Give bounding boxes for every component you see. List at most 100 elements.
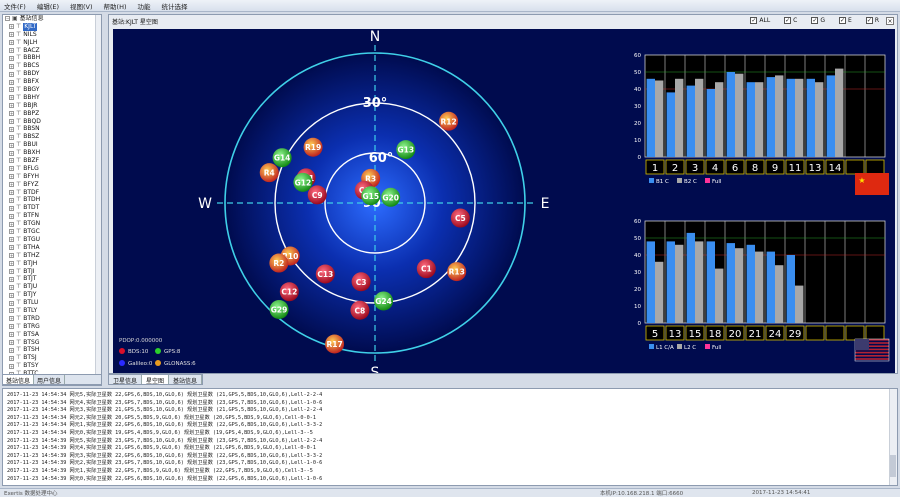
satellite-C5[interactable]: C5 bbox=[450, 208, 470, 228]
tree-item[interactable]: + ⊤ BTSG bbox=[3, 339, 101, 347]
expand-icon[interactable]: + bbox=[9, 339, 14, 345]
filter-checkbox[interactable]: ✓ ALL bbox=[750, 17, 770, 24]
tree-item[interactable]: + ⊤ BTGC bbox=[3, 228, 101, 236]
menu-item[interactable]: 视图(V) bbox=[70, 1, 93, 11]
satellite-R2[interactable]: R2 bbox=[269, 253, 289, 273]
tree-item[interactable]: + ⊤ BBZF bbox=[3, 157, 101, 165]
tab-base-info[interactable]: 基站信息 bbox=[169, 375, 203, 385]
tree-item[interactable]: + ⊤ BTLY bbox=[3, 307, 101, 315]
expand-icon[interactable]: + bbox=[9, 158, 14, 164]
expand-icon[interactable]: + bbox=[9, 142, 14, 148]
satellite-R12[interactable]: R12 bbox=[439, 111, 459, 131]
tree-item[interactable]: + ⊤ BBSZ bbox=[3, 133, 101, 141]
satellite-G14[interactable]: G14 bbox=[272, 148, 292, 168]
log-scrollbar[interactable] bbox=[889, 389, 897, 485]
menu-item[interactable]: 编辑(E) bbox=[37, 1, 59, 11]
expand-icon[interactable]: + bbox=[9, 261, 14, 267]
expand-icon[interactable]: + bbox=[9, 347, 14, 353]
tree-item[interactable]: + ⊤ BTJT bbox=[3, 275, 101, 283]
satellite-R19[interactable]: R19 bbox=[303, 137, 323, 157]
expand-icon[interactable]: + bbox=[9, 150, 14, 156]
tab-skyplot[interactable]: 星空图 bbox=[142, 375, 170, 385]
menu-item[interactable]: 功能 bbox=[138, 1, 151, 11]
tree-item[interactable]: + ⊤ BTSH bbox=[3, 346, 101, 354]
filter-checkbox[interactable]: ✓ E bbox=[839, 17, 852, 24]
expand-icon[interactable]: + bbox=[9, 292, 14, 298]
tree-item[interactable]: + ⊤ BBPZ bbox=[3, 110, 101, 118]
tree-item[interactable]: + ⊤ BTRG bbox=[3, 323, 101, 331]
expand-icon[interactable]: + bbox=[9, 111, 14, 117]
tree-item[interactable]: + ⊤ BFYZ bbox=[3, 181, 101, 189]
tree-item[interactable]: + ⊤ BTJH bbox=[3, 260, 101, 268]
tree-item[interactable]: + ⊤ BTHZ bbox=[3, 252, 101, 260]
tree-scrollbar[interactable] bbox=[95, 15, 101, 385]
expand-icon[interactable]: + bbox=[9, 134, 14, 140]
tree-root[interactable]: − ▣ 基站信息 bbox=[3, 15, 101, 23]
menu-item[interactable]: 帮助(H) bbox=[104, 1, 127, 11]
collapse-icon[interactable]: − bbox=[5, 16, 10, 22]
filter-checkbox[interactable]: ✓ G bbox=[811, 17, 825, 24]
satellite-G15[interactable]: G15 bbox=[361, 186, 381, 206]
expand-icon[interactable]: + bbox=[9, 268, 14, 274]
satellite-C3[interactable]: C3 bbox=[351, 272, 371, 292]
tree-item[interactable]: + ⊤ BBQD bbox=[3, 118, 101, 126]
tree-item[interactable]: + ⊤ BBXH bbox=[3, 149, 101, 157]
satellite-C8[interactable]: C8 bbox=[350, 300, 370, 320]
expand-icon[interactable]: + bbox=[9, 87, 14, 93]
tree-item[interactable]: + ⊤ BACZ bbox=[3, 47, 101, 55]
expand-icon[interactable]: + bbox=[9, 205, 14, 211]
expand-icon[interactable]: + bbox=[9, 229, 14, 235]
log-scroll-thumb[interactable] bbox=[890, 455, 896, 477]
tree-item[interactable]: + ⊤ BBBH bbox=[3, 54, 101, 62]
tree-item[interactable]: + ⊤ BTSA bbox=[3, 331, 101, 339]
checkbox-icon[interactable]: ✓ bbox=[865, 17, 873, 24]
expand-icon[interactable]: + bbox=[9, 174, 14, 180]
tree-item[interactable]: + ⊤ NJLH bbox=[3, 39, 101, 47]
tree-item[interactable]: + ⊤ BTDF bbox=[3, 189, 101, 197]
tree-item[interactable]: + ⊤ BTSY bbox=[3, 362, 101, 370]
tree-item[interactable]: + ⊤ BBSN bbox=[3, 125, 101, 133]
close-icon[interactable]: × bbox=[886, 17, 894, 25]
satellite-C12[interactable]: C12 bbox=[279, 282, 299, 302]
expand-icon[interactable]: + bbox=[9, 363, 14, 369]
tree-item[interactable]: + ⊤ BTDH bbox=[3, 196, 101, 204]
tree-item[interactable]: + ⊤ BTDT bbox=[3, 204, 101, 212]
satellite-G20[interactable]: G20 bbox=[381, 187, 401, 207]
satellite-C9[interactable]: C9 bbox=[307, 185, 327, 205]
expand-icon[interactable]: + bbox=[9, 55, 14, 61]
expand-icon[interactable]: + bbox=[9, 253, 14, 259]
expand-icon[interactable]: + bbox=[9, 355, 14, 361]
expand-icon[interactable]: + bbox=[9, 119, 14, 125]
menu-item[interactable]: 统计选择 bbox=[162, 1, 188, 11]
expand-icon[interactable]: + bbox=[9, 126, 14, 132]
expand-icon[interactable]: + bbox=[9, 24, 14, 30]
expand-icon[interactable]: + bbox=[9, 63, 14, 69]
expand-icon[interactable]: + bbox=[9, 48, 14, 53]
tree-item[interactable]: + ⊤ BFYH bbox=[3, 173, 101, 181]
expand-icon[interactable]: + bbox=[9, 71, 14, 77]
satellite-G24[interactable]: G24 bbox=[374, 291, 394, 311]
checkbox-icon[interactable]: ✓ bbox=[839, 17, 847, 24]
tree-item[interactable]: + ⊤ BTGN bbox=[3, 220, 101, 228]
tree-item[interactable]: + ⊤ BTJU bbox=[3, 283, 101, 291]
tree-item[interactable]: + ⊤ BBHY bbox=[3, 94, 101, 102]
expand-icon[interactable]: + bbox=[9, 324, 14, 330]
tab-station-info[interactable]: 基站信息 bbox=[3, 375, 35, 385]
tree-item[interactable]: + ⊤ BFLG bbox=[3, 165, 101, 173]
satellite-G29[interactable]: G29 bbox=[269, 300, 289, 320]
tree-item[interactable]: + ⊤ BBJR bbox=[3, 102, 101, 110]
tree-item[interactable]: + ⊤ BTSJ bbox=[3, 354, 101, 362]
satellite-G12[interactable]: G12 bbox=[293, 172, 313, 192]
tree-item[interactable]: + ⊤ BTJI bbox=[3, 268, 101, 276]
tree-item[interactable]: + ⊤ BBGY bbox=[3, 86, 101, 94]
tree-item[interactable]: + ⊤ BTRD bbox=[3, 315, 101, 323]
tab-user-info[interactable]: 用户信息 bbox=[34, 375, 66, 385]
expand-icon[interactable]: + bbox=[9, 79, 14, 85]
filter-checkbox[interactable]: ✓ R bbox=[865, 17, 879, 24]
expand-icon[interactable]: + bbox=[9, 221, 14, 227]
satellite-G13[interactable]: G13 bbox=[396, 140, 416, 160]
tab-satellite-info[interactable]: 卫星信息 bbox=[109, 375, 143, 385]
expand-icon[interactable]: + bbox=[9, 190, 14, 196]
expand-icon[interactable]: + bbox=[9, 237, 14, 243]
checkbox-icon[interactable]: ✓ bbox=[784, 17, 792, 24]
